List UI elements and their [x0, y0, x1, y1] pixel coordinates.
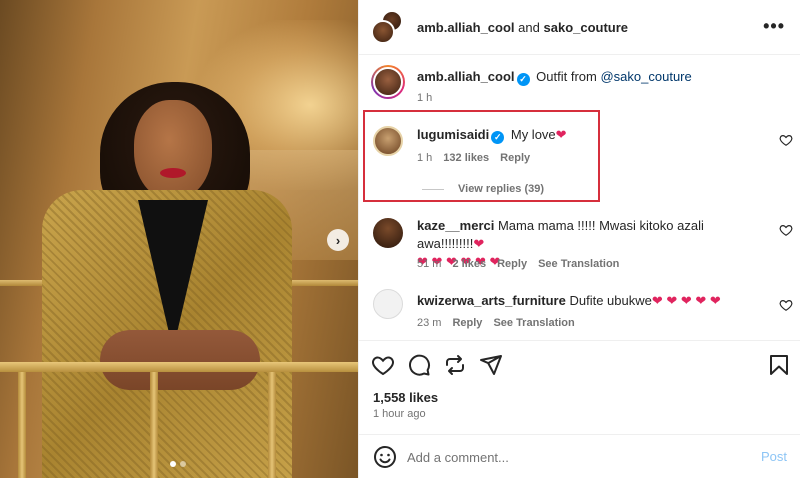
- see-translation-button[interactable]: See Translation: [493, 317, 574, 329]
- foreground-railing: [0, 362, 358, 372]
- carousel-indicator: [170, 461, 186, 467]
- comment-body: My love: [510, 127, 556, 142]
- comment-likes-link[interactable]: 2 likes: [452, 258, 486, 270]
- see-translation-button[interactable]: See Translation: [538, 258, 619, 270]
- author-username-link[interactable]: amb.alliah_cool: [417, 20, 515, 35]
- caption-avatar[interactable]: [371, 65, 405, 99]
- post-header: amb.alliah_cool and sako_couture •••: [359, 0, 800, 55]
- railing-post: [18, 372, 26, 478]
- photo-lips: [160, 168, 186, 178]
- like-comment-heart-icon[interactable]: [779, 298, 793, 312]
- coauthor-username-link[interactable]: sako_couture: [544, 20, 629, 35]
- carousel-dot: [180, 461, 186, 467]
- comment-avatar[interactable]: [373, 289, 403, 319]
- comment-time: 23 m: [417, 317, 442, 329]
- comment-avatar[interactable]: [373, 126, 403, 156]
- mention-link[interactable]: @sako_couture: [600, 69, 691, 84]
- verified-badge-icon: ✓: [491, 131, 505, 144]
- reply-button[interactable]: Reply: [452, 317, 482, 329]
- collab-avatars[interactable]: [371, 10, 405, 44]
- repost-icon[interactable]: [443, 353, 467, 377]
- bookmark-icon[interactable]: [767, 353, 791, 377]
- comment-text: lugumisaidi ✓ My love❤: [417, 126, 567, 144]
- caption-time: 1 h: [417, 92, 433, 104]
- post-likes-count[interactable]: 1,558 likes: [373, 390, 438, 405]
- and-text: and: [518, 19, 540, 35]
- like-heart-icon[interactable]: [371, 353, 395, 377]
- heart-emoji: ❤: [555, 127, 567, 142]
- collab-names: amb.alliah_cool and sako_couture: [417, 20, 628, 35]
- heart-emojis: ❤ ❤ ❤ ❤ ❤: [651, 293, 721, 308]
- carousel-dot-active: [170, 461, 176, 467]
- comment-meta: 23 m Reply See Translation: [417, 317, 575, 329]
- like-comment-heart-icon[interactable]: [779, 223, 793, 237]
- photo-arms: [100, 330, 260, 390]
- comment-body: Dufite ubukwe: [569, 293, 652, 308]
- caption-text: amb.alliah_cool ✓ Outfit from @sako_coutu…: [417, 68, 692, 86]
- avatar: [371, 20, 395, 44]
- reply-button[interactable]: Reply: [497, 258, 527, 270]
- caption-body: Outfit from: [536, 69, 597, 84]
- railing-post: [268, 372, 276, 478]
- comment-time: 1 h: [417, 152, 433, 164]
- comment-meta: 1 h 132 likes Reply: [417, 152, 530, 164]
- post-details-panel: amb.alliah_cool and sako_couture ••• amb…: [358, 0, 800, 478]
- caption-meta: 1 h: [417, 92, 432, 104]
- comment-time: 51 m: [417, 258, 442, 270]
- comment-username[interactable]: kaze__merci: [417, 218, 494, 233]
- comment-username[interactable]: kwizerwa_arts_furniture: [417, 293, 566, 308]
- view-replies-button[interactable]: View replies (39): [422, 183, 544, 195]
- share-send-icon[interactable]: [479, 353, 503, 377]
- more-options-button[interactable]: •••: [763, 16, 785, 37]
- comment-input[interactable]: [407, 447, 737, 467]
- view-replies-label: View replies (39): [458, 183, 545, 195]
- emoji-smiley-icon[interactable]: [373, 445, 397, 469]
- verified-badge-icon: ✓: [516, 73, 530, 86]
- avatar: [373, 67, 403, 97]
- railing-post: [150, 372, 158, 478]
- carousel-next-button[interactable]: ›: [327, 229, 349, 251]
- add-comment-bar: Post: [359, 434, 800, 478]
- photo-face: [134, 100, 212, 200]
- divider: [422, 188, 444, 190]
- post-comment-button[interactable]: Post: [761, 449, 787, 464]
- reply-button[interactable]: Reply: [500, 152, 530, 164]
- comment-text: kwizerwa_arts_furniture Dufite ubukwe❤ ❤…: [417, 292, 721, 310]
- comment-avatar[interactable]: [373, 218, 403, 248]
- post-actions: [359, 340, 800, 386]
- post-photo[interactable]: ›: [0, 0, 358, 478]
- caption-username[interactable]: amb.alliah_cool: [417, 69, 515, 84]
- comment-likes-link[interactable]: 132 likes: [443, 152, 489, 164]
- comment-meta: 51 m 2 likes Reply See Translation: [417, 258, 619, 270]
- comment-username[interactable]: lugumisaidi: [417, 127, 489, 142]
- post-timestamp: 1 hour ago: [373, 408, 426, 420]
- like-comment-heart-icon[interactable]: [779, 133, 793, 147]
- comment-bubble-icon[interactable]: [407, 353, 431, 377]
- heart-emoji: ❤: [473, 236, 485, 251]
